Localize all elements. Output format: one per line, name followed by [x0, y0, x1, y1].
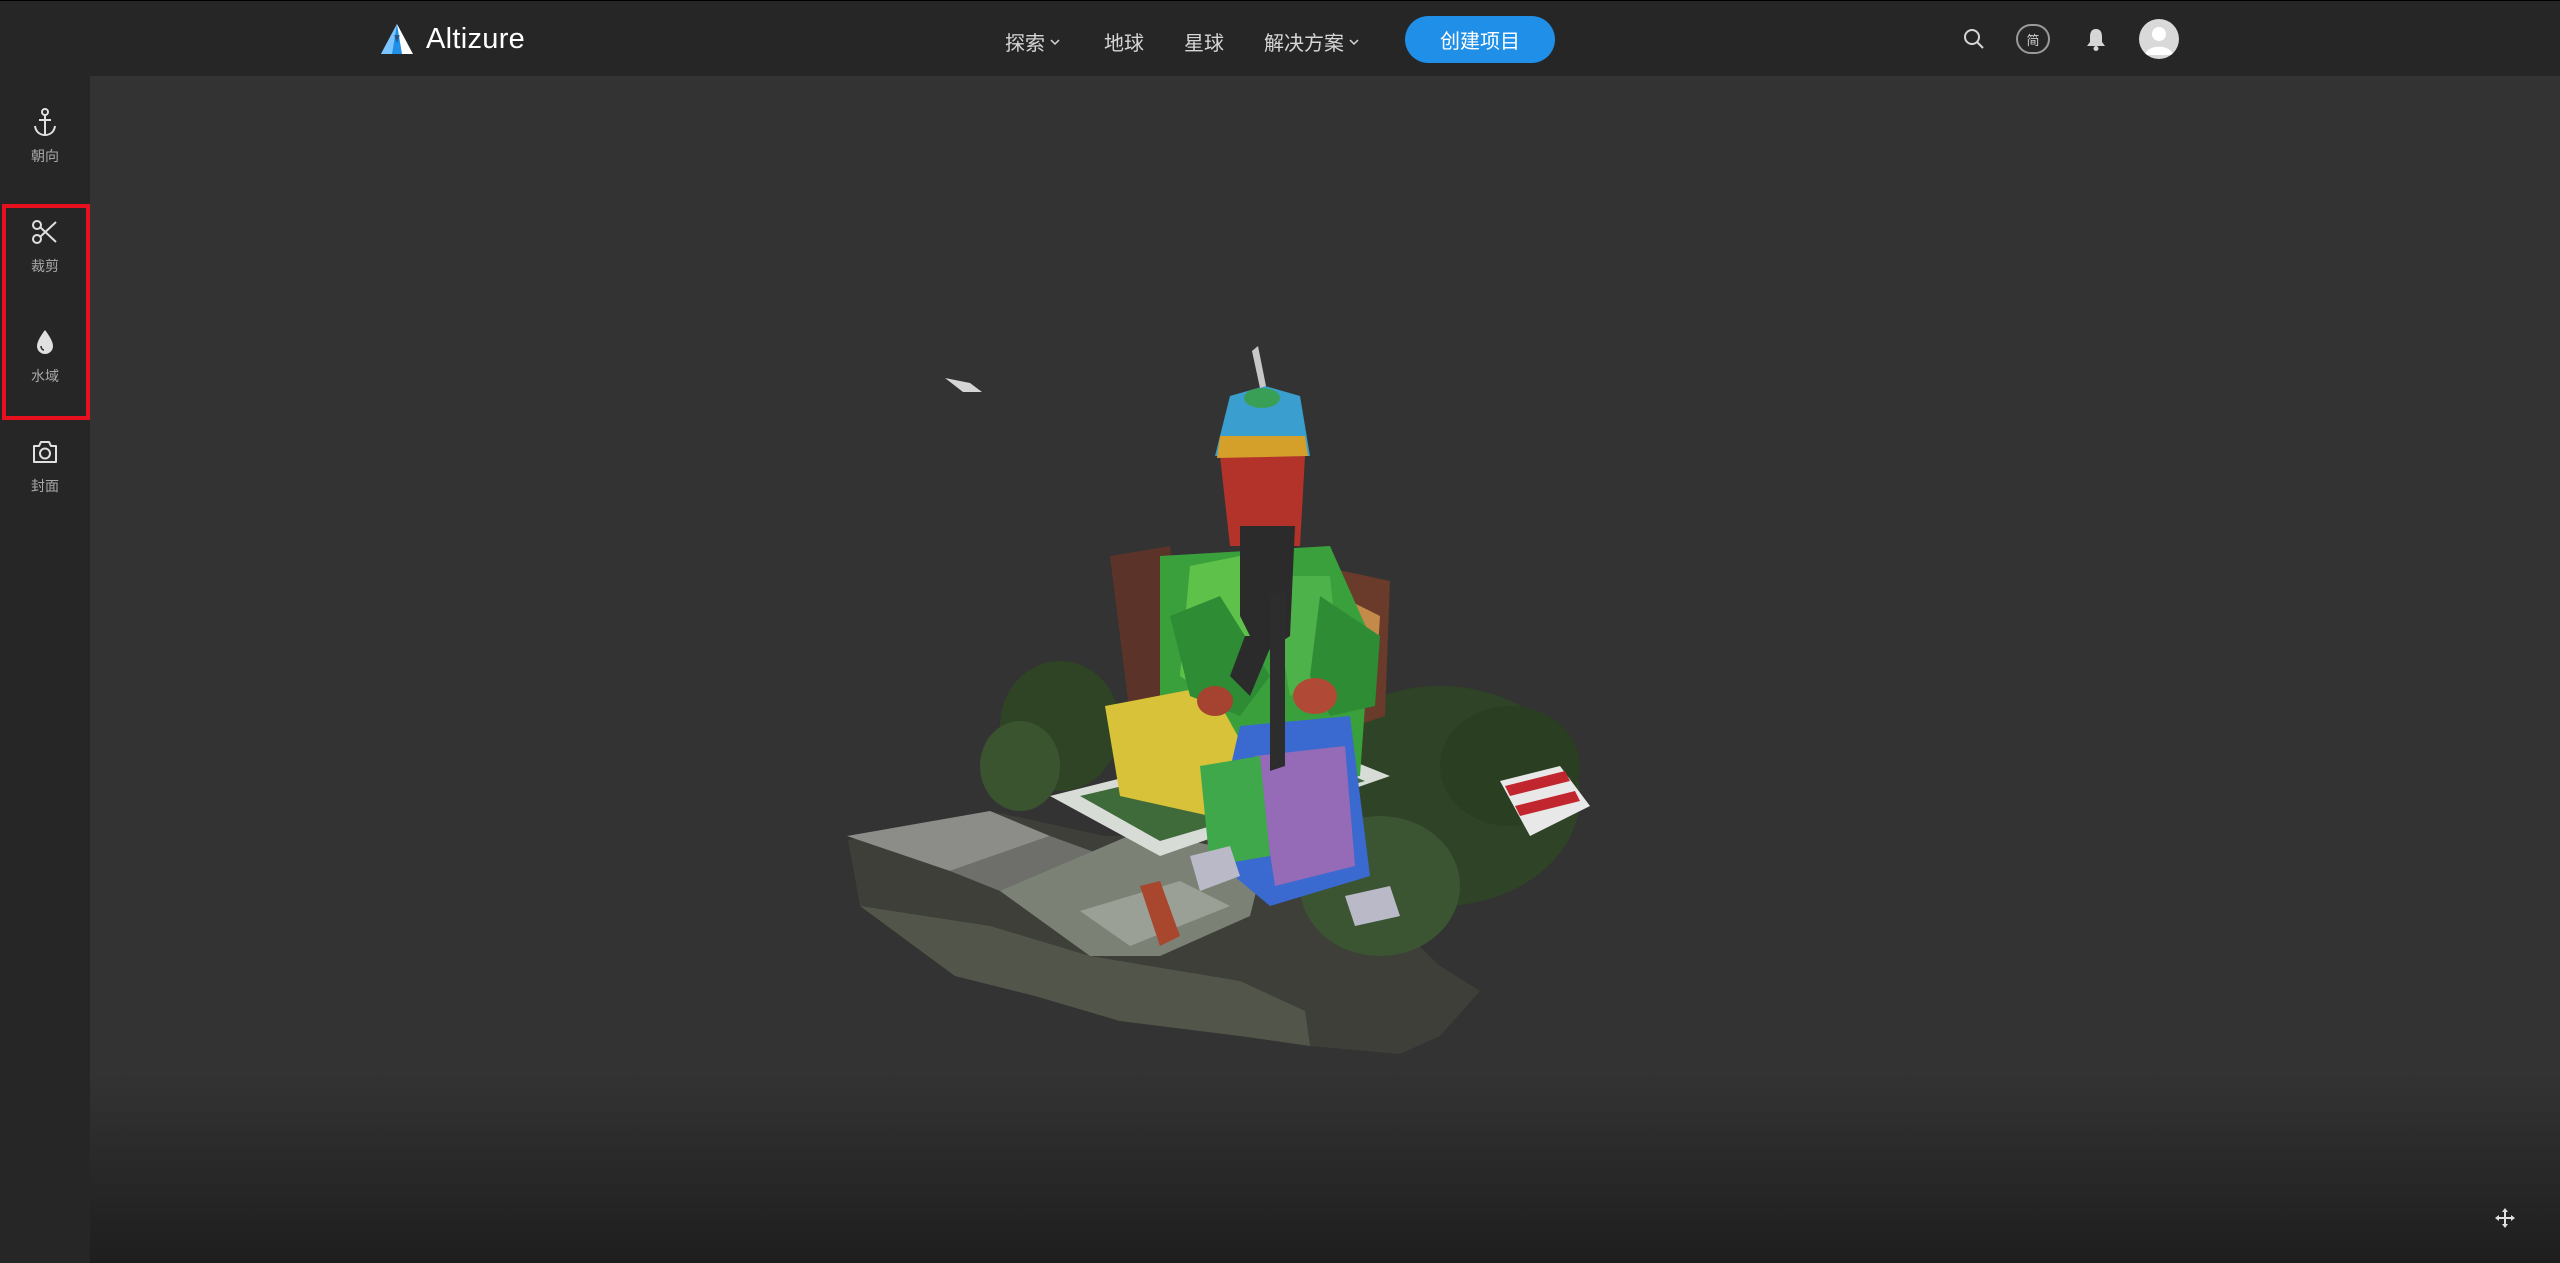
nav-explore-label: 探索 [1005, 31, 1045, 55]
nav-earth[interactable]: 地球 [1104, 27, 1144, 56]
create-project-button[interactable]: 创建项目 [1405, 16, 1555, 63]
model-viewport[interactable] [90, 76, 2560, 1263]
top-navigation-bar: Altizure 探索 地球 星球 解决方案 创建项目 简 [0, 0, 2560, 76]
camera-icon [31, 436, 59, 468]
nav-solutions-label: 解决方案 [1264, 31, 1344, 55]
highlight-box [2, 204, 90, 420]
bell-icon[interactable] [2084, 26, 2108, 52]
user-avatar[interactable] [2139, 19, 2179, 59]
3d-model[interactable] [90, 76, 2560, 1263]
nav-planet-label: 星球 [1184, 31, 1224, 55]
move-icon[interactable] [2495, 1208, 2515, 1232]
nav-explore[interactable]: 探索 [1005, 27, 1061, 56]
language-switch-button[interactable]: 简 [2016, 24, 2050, 54]
sidebar-item-orientation[interactable]: 朝向 [0, 84, 90, 184]
sidebar-item-label: 封面 [31, 479, 59, 495]
chevron-down-icon [1349, 38, 1359, 45]
anchor-icon [32, 106, 58, 138]
altizure-logo[interactable]: Altizure [380, 19, 525, 59]
search-icon[interactable] [1962, 27, 1986, 51]
chevron-down-icon [1050, 38, 1060, 45]
sidebar-item-label: 朝向 [31, 149, 59, 165]
brand-name: Altizure [426, 22, 526, 55]
nav-planet[interactable]: 星球 [1184, 27, 1224, 56]
nav-earth-label: 地球 [1104, 31, 1144, 55]
altizure-logo-icon [381, 24, 413, 54]
sidebar-item-cover[interactable]: 封面 [0, 414, 90, 514]
nav-solutions[interactable]: 解决方案 [1264, 27, 1360, 56]
